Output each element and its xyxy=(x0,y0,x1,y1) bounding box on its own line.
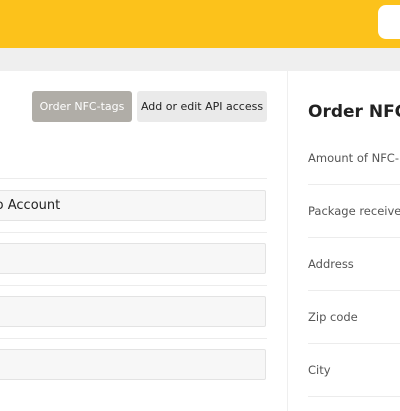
account-name-value: mo Account xyxy=(0,198,61,213)
account-name-field[interactable]: mo Account xyxy=(0,190,266,221)
divider xyxy=(308,290,400,291)
city-label: City xyxy=(308,363,331,377)
header-menu-button[interactable] xyxy=(378,5,400,39)
amount-label: Amount of NFC- xyxy=(308,151,399,165)
package-receiver-label: Package receiver xyxy=(308,204,400,218)
divider xyxy=(0,285,267,286)
api-access-button[interactable]: Add or edit API access xyxy=(137,91,267,122)
divider xyxy=(308,184,400,185)
divider xyxy=(0,338,267,339)
order-nfc-panel xyxy=(288,71,400,411)
divider xyxy=(308,343,400,344)
order-panel-title: Order NFC- xyxy=(308,102,400,122)
form-field-2[interactable] xyxy=(0,243,266,274)
divider xyxy=(308,396,400,397)
order-nfc-tags-button[interactable]: Order NFC-tags xyxy=(32,91,132,122)
form-field-4[interactable] xyxy=(0,349,266,380)
divider xyxy=(0,232,267,233)
top-header-bar xyxy=(0,0,400,48)
zip-code-label: Zip code xyxy=(308,310,358,324)
divider xyxy=(308,237,400,238)
address-label: Address xyxy=(308,257,354,271)
divider xyxy=(0,178,267,179)
form-field-3[interactable] xyxy=(0,296,266,327)
